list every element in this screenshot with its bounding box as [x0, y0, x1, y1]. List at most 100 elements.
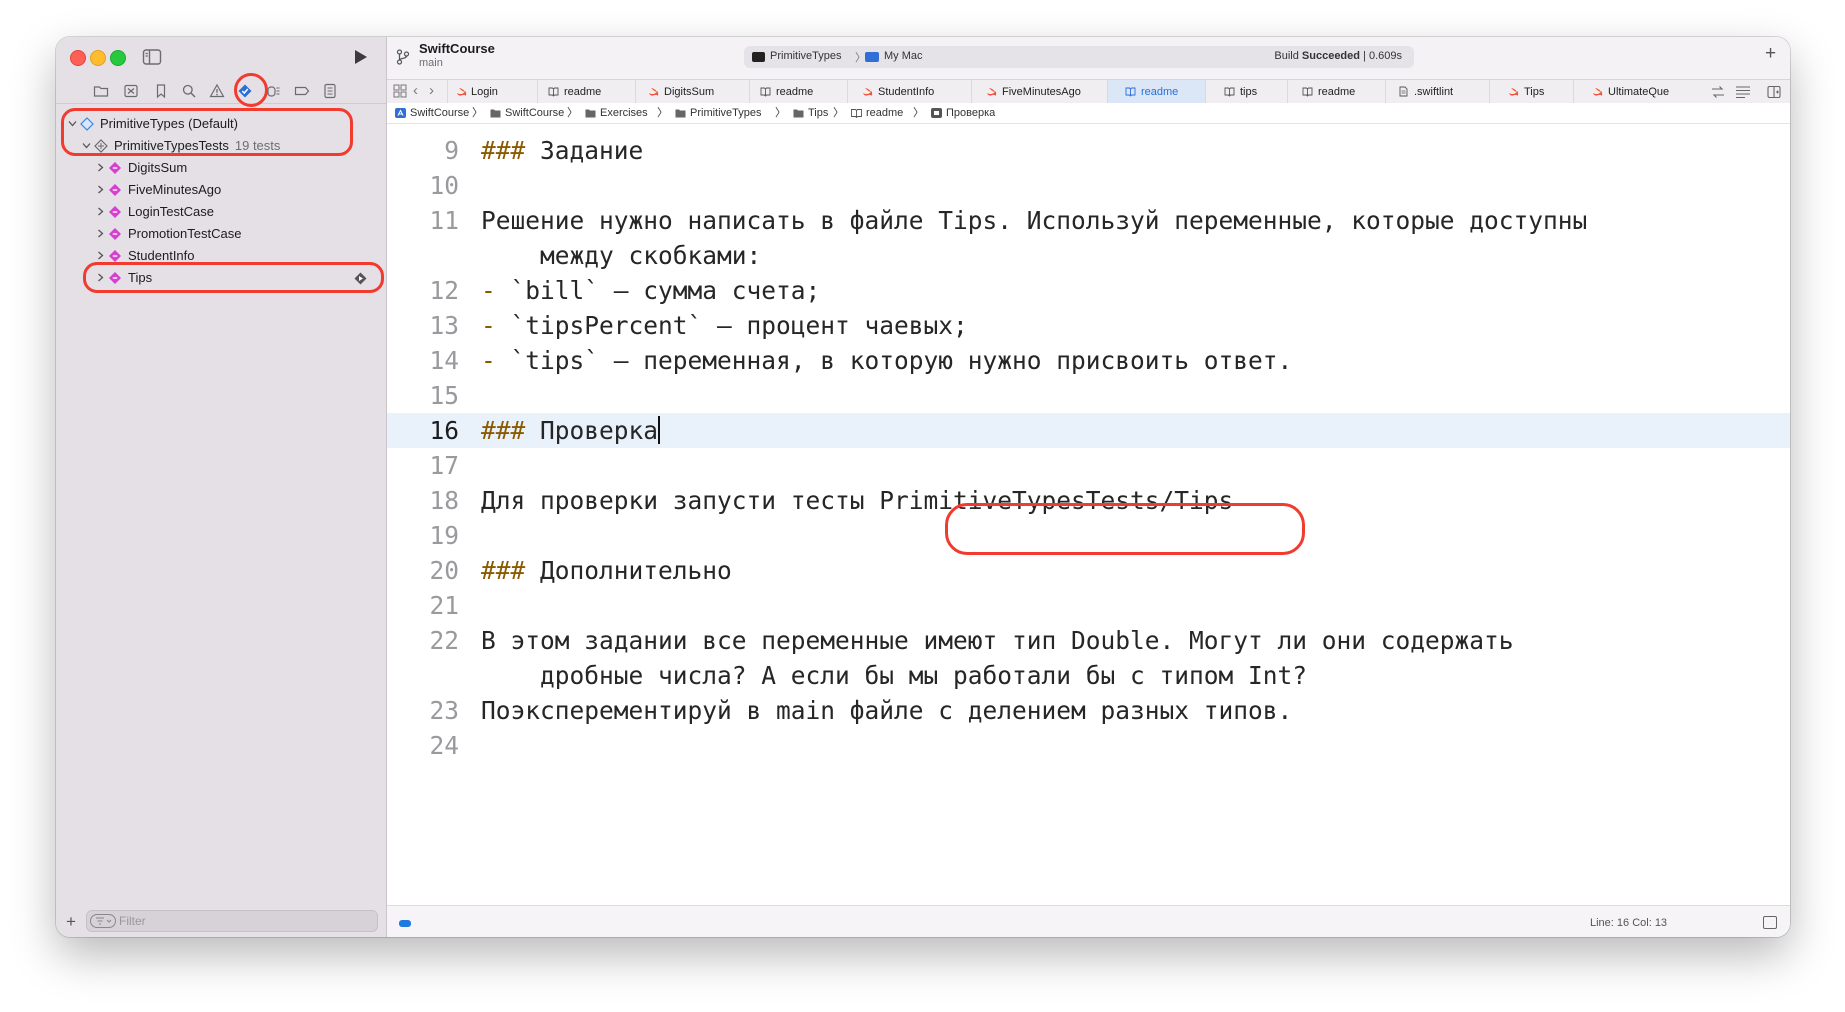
- library-add-button[interactable]: +: [1765, 43, 1776, 65]
- line-text: Решение нужно написать в файле Tips. Исп…: [481, 206, 1588, 235]
- tab-readme[interactable]: readme: [749, 80, 847, 104]
- project-navigator-folder-icon[interactable]: [93, 83, 109, 99]
- tab-login[interactable]: Login: [447, 80, 537, 104]
- project-title[interactable]: SwiftCourse: [419, 41, 495, 56]
- filter-options-icon[interactable]: [90, 914, 116, 928]
- annotation-box-test-path: [945, 503, 1305, 555]
- scheme-selector[interactable]: PrimitiveTypes: [770, 50, 842, 62]
- line-number: 11: [429, 206, 459, 235]
- breadcrumb-separator: 〉: [657, 107, 668, 119]
- breadcrumb-separator: 〉: [472, 107, 483, 119]
- add-editor-split-icon[interactable]: [1767, 85, 1781, 99]
- tab-tips-swift[interactable]: Tips: [1489, 80, 1573, 104]
- tree-label: FiveMinutesAgo: [128, 182, 222, 197]
- line-number: 22: [429, 626, 459, 655]
- test-class-diamond-icon: [109, 228, 121, 240]
- tab-swiftlint[interactable]: .swiftlint: [1385, 80, 1489, 104]
- filter-input[interactable]: [119, 912, 369, 930]
- source-control-navigator-icon[interactable]: [123, 83, 139, 99]
- line-number: 17: [429, 451, 459, 480]
- tab-readme[interactable]: readme: [537, 80, 635, 104]
- related-items-grid-icon[interactable]: [393, 84, 407, 98]
- tree-row-test-class[interactable]: LoginTestCase: [56, 201, 386, 223]
- code-line-wrap[interactable]: между скобками:: [387, 238, 1790, 273]
- close-window-button[interactable]: [70, 50, 86, 66]
- tree-row-test-class[interactable]: FiveMinutesAgo: [56, 179, 386, 201]
- tab-readme[interactable]: readme: [1287, 80, 1385, 104]
- editor-options: [1705, 80, 1790, 104]
- line-number: 19: [429, 521, 459, 550]
- line-text: - `tipsPercent` — процент чаевых;: [481, 311, 968, 340]
- destination-selector[interactable]: My Mac: [884, 50, 923, 62]
- code-line[interactable]: 14 - `tips` — переменная, в которую нужн…: [387, 343, 1790, 378]
- sidebar-toggle-icon[interactable]: [142, 47, 162, 67]
- tab-fiveminutesago[interactable]: FiveMinutesAgo: [971, 80, 1107, 104]
- line-number: 10: [429, 171, 459, 200]
- filter-field[interactable]: [86, 910, 378, 932]
- heading-symbol-icon: [931, 108, 942, 118]
- line-text: ### Дополнительно: [481, 556, 732, 585]
- editor-menu-lines-icon[interactable]: [1735, 85, 1751, 99]
- line-text: между скобками:: [481, 241, 762, 270]
- code-line[interactable]: 23 Поэксперементируй в main файле с деле…: [387, 693, 1790, 728]
- swift-icon: [457, 88, 467, 96]
- folder-icon: [490, 109, 501, 118]
- swap-arrows-icon[interactable]: [1711, 85, 1725, 99]
- swift-icon: [1593, 88, 1603, 96]
- navigate-back-button[interactable]: ‹: [413, 82, 418, 99]
- tab-studentinfo[interactable]: StudentInfo: [847, 80, 971, 104]
- issue-navigator-warning-icon[interactable]: [209, 83, 225, 99]
- breakpoint-navigator-icon[interactable]: [294, 83, 310, 99]
- editor-area: SwiftCourse main PrimitiveTypes 〉 My Mac…: [387, 37, 1790, 937]
- bookmark-navigator-icon[interactable]: [153, 83, 169, 99]
- tree-label: PromotionTestCase: [128, 226, 242, 241]
- report-navigator-icon[interactable]: [322, 83, 338, 99]
- run-play-icon[interactable]: [350, 47, 370, 67]
- tab-digitssum[interactable]: DigitsSum: [635, 80, 749, 104]
- code-line-wrap[interactable]: дробные числа? А если бы мы работали бы …: [387, 658, 1790, 693]
- code-line[interactable]: 10: [387, 168, 1790, 203]
- code-line[interactable]: 24: [387, 728, 1790, 763]
- code-line[interactable]: 15: [387, 378, 1790, 413]
- code-line-current[interactable]: 16 ### Проверка: [387, 413, 1790, 448]
- mac-icon: [865, 52, 879, 62]
- chevron-right-icon[interactable]: [96, 229, 105, 238]
- book-icon: [851, 109, 862, 118]
- test-class-diamond-icon: [109, 206, 121, 218]
- code-line[interactable]: 13 - `tipsPercent` — процент чаевых;: [387, 308, 1790, 343]
- tab-tips-readme[interactable]: tips: [1205, 80, 1287, 104]
- code-line[interactable]: 22 В этом задании все переменные имеют т…: [387, 623, 1790, 658]
- tab-ultimatequestion[interactable]: UltimateQue: [1573, 80, 1705, 104]
- code-line[interactable]: 9 ### Задание: [387, 133, 1790, 168]
- tree-label: DigitsSum: [128, 160, 188, 175]
- xcode-window: PrimitiveTypes (Default) PrimitiveTypesT…: [56, 37, 1790, 937]
- code-line[interactable]: 12 - `bill` — сумма счета;: [387, 273, 1790, 308]
- find-navigator-search-icon[interactable]: [181, 83, 197, 99]
- tree-row-test-class[interactable]: PromotionTestCase: [56, 223, 386, 245]
- swift-icon: [987, 88, 997, 96]
- minimize-window-button[interactable]: [90, 50, 106, 66]
- chevron-right-icon[interactable]: [96, 185, 105, 194]
- line-number: 24: [429, 731, 459, 760]
- tab-readme-active[interactable]: readme: [1107, 80, 1205, 104]
- chevron-right-icon[interactable]: [96, 207, 105, 216]
- swift-icon: [649, 88, 659, 96]
- debug-area-toggle-icon[interactable]: [1763, 916, 1777, 929]
- branch-name: main: [419, 57, 443, 69]
- code-line[interactable]: 21: [387, 588, 1790, 623]
- chevron-right-icon[interactable]: [96, 251, 105, 260]
- tree-label: LoginTestCase: [128, 204, 214, 219]
- code-line[interactable]: 11 Решение нужно написать в файле Tips. …: [387, 203, 1790, 238]
- code-line[interactable]: 17: [387, 448, 1790, 483]
- zoom-window-button[interactable]: [110, 50, 126, 66]
- source-editor[interactable]: 9 ### Задание 10 11 Решение нужно написа…: [387, 124, 1790, 905]
- build-status: Build Succeeded | 0.609s: [1274, 50, 1402, 62]
- breadcrumb-separator: 〉: [567, 107, 578, 119]
- line-number: 12: [429, 276, 459, 305]
- tree-row-test-class[interactable]: DigitsSum: [56, 157, 386, 179]
- chevron-right-icon[interactable]: [96, 163, 105, 172]
- line-text: ### Проверка: [481, 416, 661, 445]
- code-line[interactable]: 20 ### Дополнительно: [387, 553, 1790, 588]
- navigate-forward-button[interactable]: ›: [429, 82, 434, 99]
- add-test-button[interactable]: +: [66, 912, 76, 932]
